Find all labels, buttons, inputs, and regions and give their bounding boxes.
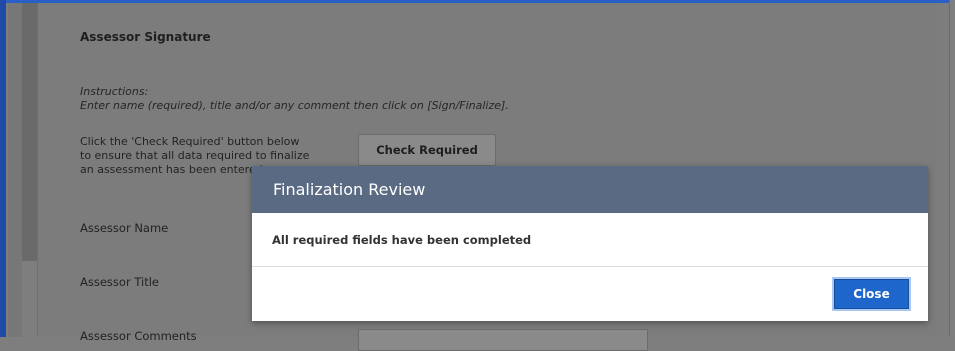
check-required-button[interactable]: Check Required xyxy=(358,134,496,166)
dialog-footer: Close xyxy=(252,267,928,321)
close-button[interactable]: Close xyxy=(834,279,909,309)
finalization-review-dialog: Finalization Review All required fields … xyxy=(252,166,928,321)
assessor-comments-input[interactable] xyxy=(358,329,648,351)
assessor-title-label: Assessor Title xyxy=(80,275,159,289)
assessor-comments-label: Assessor Comments xyxy=(80,329,197,343)
instructions-label: Instructions: xyxy=(80,85,149,98)
assessor-name-label: Assessor Name xyxy=(80,221,169,235)
window-left-border xyxy=(0,0,6,337)
dialog-body: All required fields have been completed xyxy=(252,213,928,267)
dialog-title: Finalization Review xyxy=(273,180,426,199)
section-title: Assessor Signature xyxy=(80,30,211,44)
window-right-edge xyxy=(949,0,955,337)
dialog-message: All required fields have been completed xyxy=(272,232,532,247)
left-scroll-track xyxy=(8,3,22,337)
instructions-text: Enter name (required), title and/or any … xyxy=(80,99,509,112)
dialog-header: Finalization Review xyxy=(252,166,928,213)
left-scrollbar-thumb[interactable] xyxy=(22,3,37,261)
